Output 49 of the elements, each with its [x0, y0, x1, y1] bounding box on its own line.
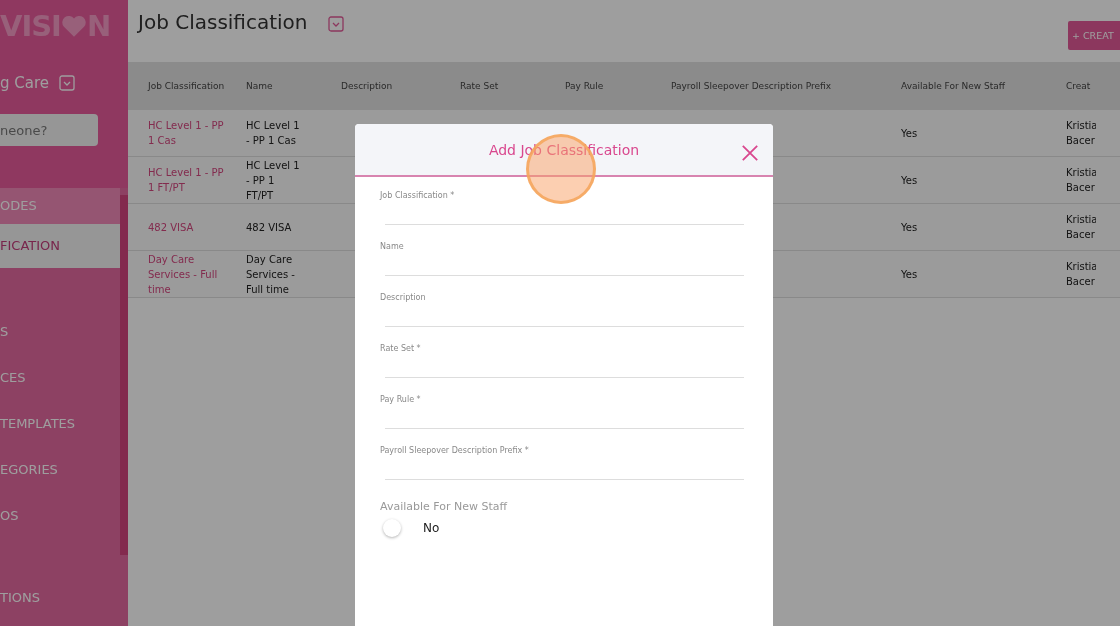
table-cell-text: Yes	[901, 173, 919, 188]
field-label: Pay Rule *	[380, 395, 422, 404]
table-cell-text: Kristia Bacer	[1066, 260, 1096, 289]
table-cell-text: Yes	[901, 220, 919, 235]
column-header: Creat	[1066, 81, 1092, 91]
table-cell-text: Kristia Bacer	[1066, 213, 1096, 242]
toggle-switch[interactable]	[383, 519, 401, 537]
search-field[interactable]: neone?	[0, 114, 98, 146]
column-header: Job Classification	[146, 81, 226, 91]
table-cell[interactable]: 482 VISA	[128, 219, 246, 235]
nav-item[interactable]: FICATION	[0, 224, 120, 268]
dropdown-icon[interactable]	[327, 16, 344, 32]
column-header: Payroll Sleepover Description Prefix	[671, 81, 833, 91]
nav-item[interactable]: OS	[0, 498, 120, 534]
nav-item[interactable]: S	[0, 314, 120, 350]
nav-item[interactable]: ODES	[0, 188, 120, 224]
table-cell[interactable]: HC Level 1 - PP 1 Cas	[128, 118, 246, 148]
table-cell-text: Day Care Services - Full time	[246, 252, 296, 297]
column-header: Pay Rule	[565, 81, 605, 91]
heart-icon	[60, 14, 87, 38]
field-label: Payroll Sleepover Description Prefix *	[380, 446, 530, 455]
nav-item[interactable]: TIONS	[0, 580, 120, 616]
field-label: Description	[380, 293, 427, 302]
organisation-name: g Care	[0, 74, 50, 92]
table-cell-text: Yes	[901, 267, 919, 282]
nav-item[interactable]: EGORIES	[0, 452, 120, 488]
create-button[interactable]: + CREAT	[1068, 21, 1120, 50]
column-header: Name	[246, 81, 274, 91]
column-header: Description	[341, 81, 394, 91]
table-cell-text: Kristia Bacer	[1066, 119, 1096, 148]
column-header: Rate Set	[460, 81, 500, 91]
close-icon[interactable]	[741, 144, 759, 162]
table-cell-text: HC Level 1 - PP 1 FT/PT	[246, 158, 301, 203]
table-cell[interactable]: HC Level 1 - PP 1 FT/PT	[128, 165, 246, 195]
toggle-label: Available For New Staff	[380, 500, 509, 513]
table-cell-text: 482 VISA	[246, 220, 293, 235]
field-label: Name	[380, 242, 405, 251]
table-cell-text: Kristia Bacer	[1066, 166, 1096, 195]
nav-item[interactable]: TEMPLATES	[0, 406, 120, 442]
table-cell-text: Yes	[901, 126, 919, 141]
page-title: Job Classification	[138, 10, 308, 34]
toggle-state: No	[423, 521, 440, 535]
table-cell-text: HC Level 1 - PP 1 Cas	[246, 119, 301, 148]
table-cell[interactable]: Day Care Services - Full time	[128, 251, 246, 297]
nav-item[interactable]: CES	[0, 360, 120, 396]
field-label: Rate Set *	[380, 344, 422, 353]
scrollbar[interactable]	[120, 195, 128, 555]
field-label: Job Classification *	[380, 191, 456, 200]
column-header: Available For New Staff	[901, 81, 1006, 91]
